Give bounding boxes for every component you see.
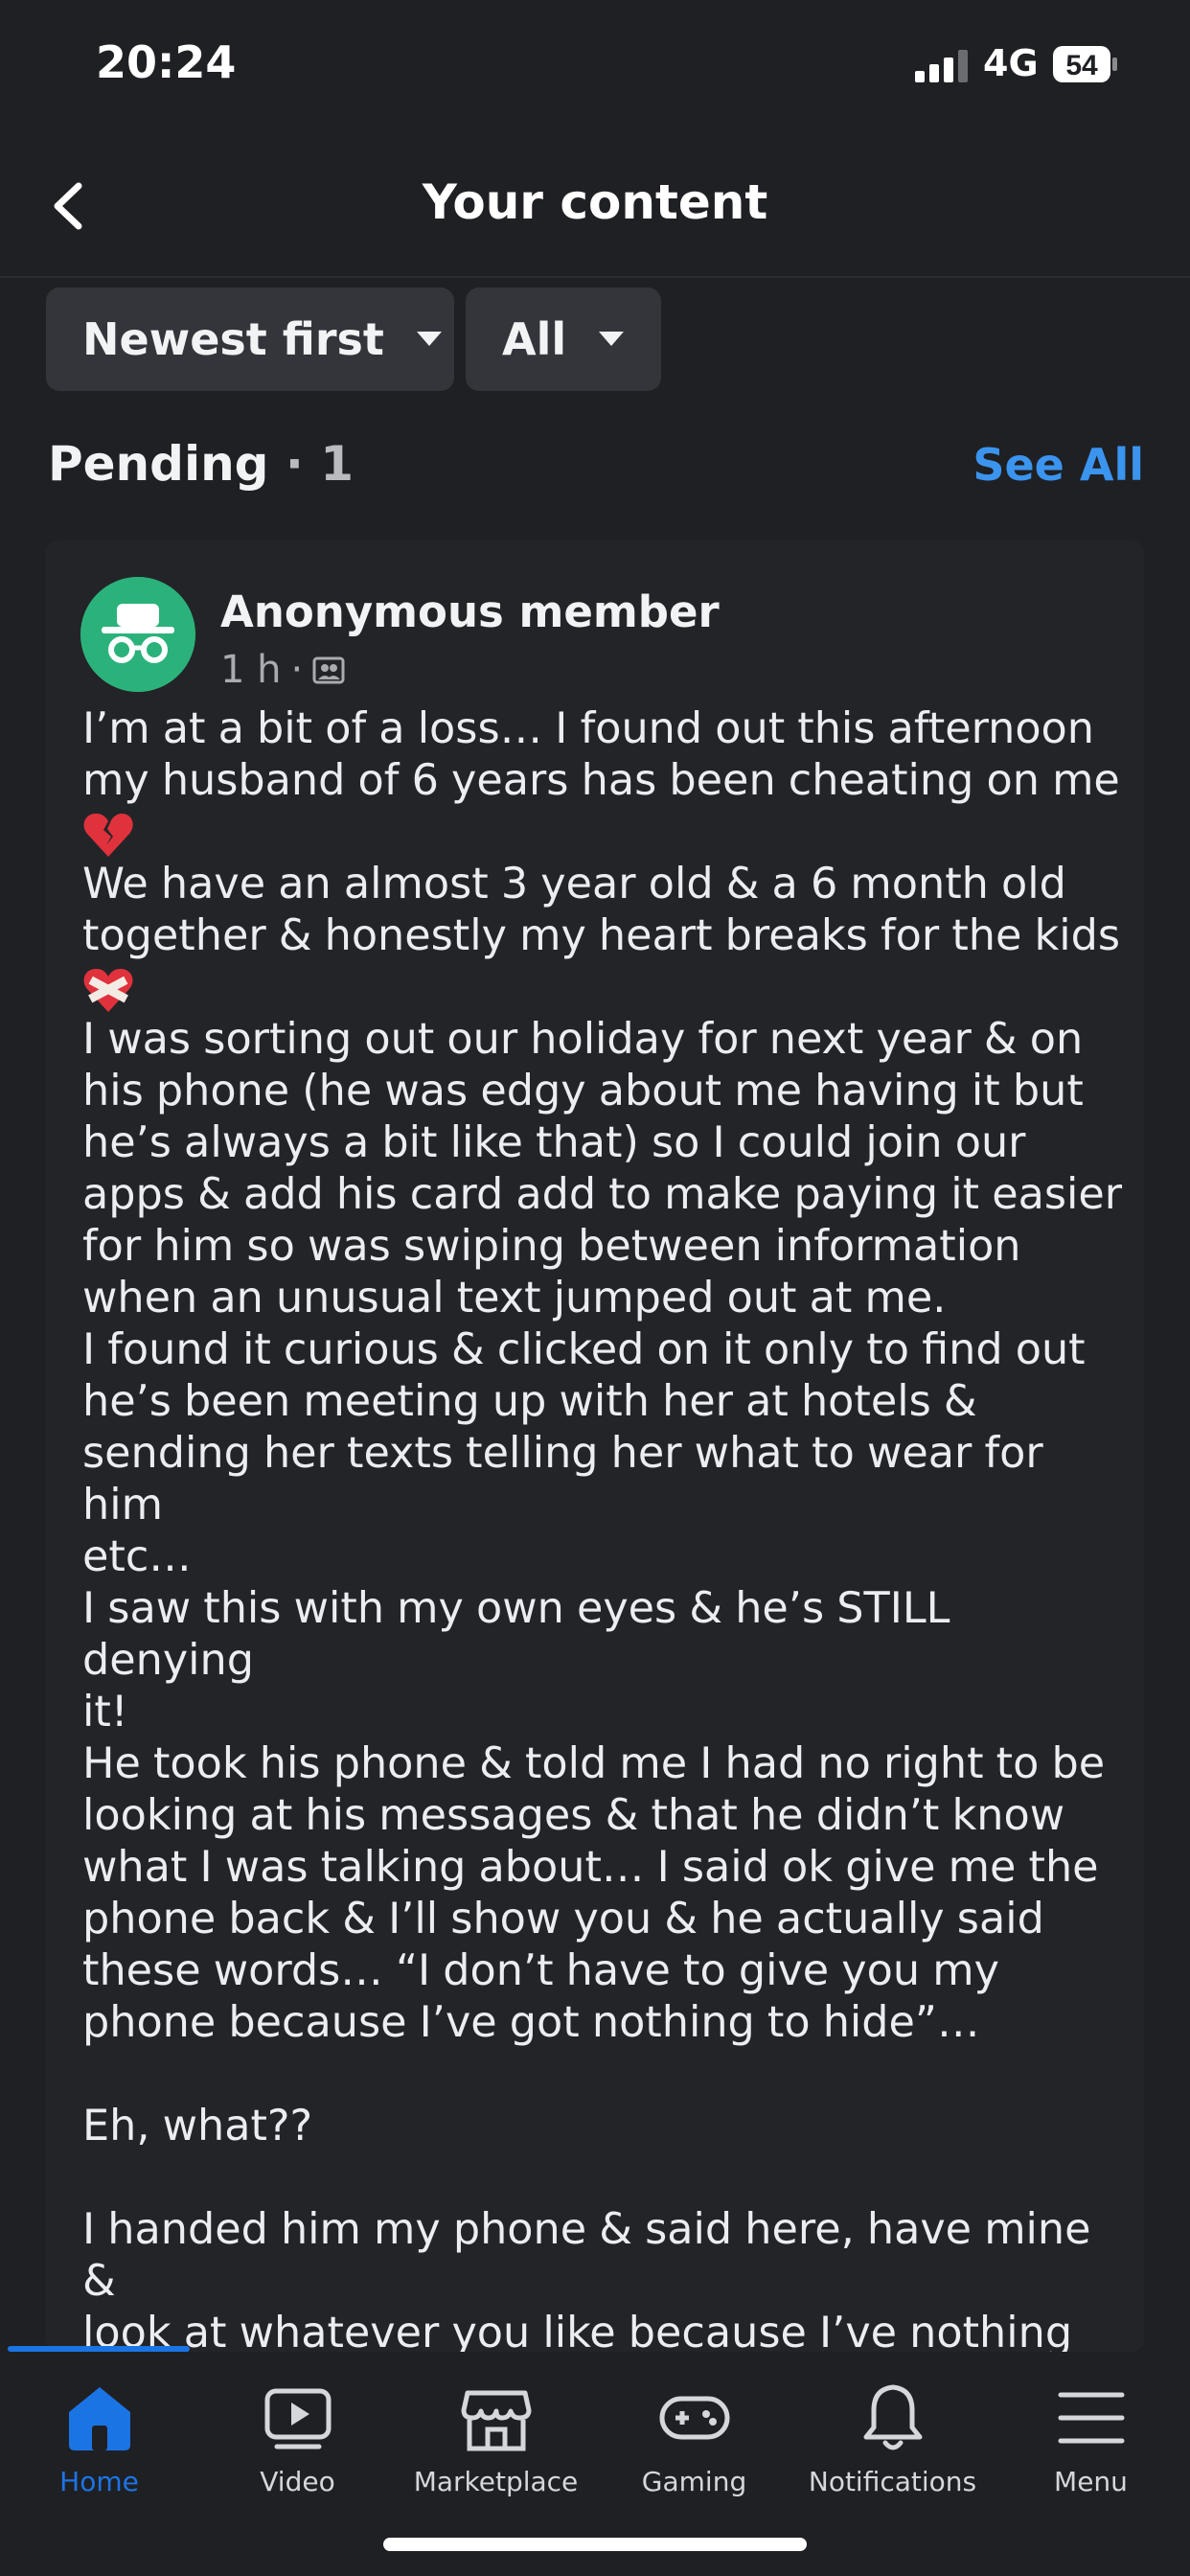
- tab-notifications-label: Notifications: [808, 2466, 977, 2497]
- network-type: 4G: [983, 42, 1039, 84]
- video-icon: [264, 2388, 332, 2450]
- sort-dropdown-label: Newest first: [82, 313, 384, 365]
- battery-icon: 54: [1053, 46, 1117, 82]
- tab-menu[interactable]: Menu: [992, 2353, 1190, 2497]
- status-time: 20:24: [96, 36, 237, 88]
- home-icon: [69, 2387, 130, 2450]
- bell-icon: [863, 2384, 923, 2450]
- battery-level: 54: [1065, 50, 1098, 81]
- anonymous-incognito-icon: [80, 577, 195, 692]
- post-body-text: I’m at a bit of a loss… I found out this…: [82, 703, 1127, 2352]
- tab-video[interactable]: Video: [198, 2353, 397, 2497]
- tab-marketplace-label: Marketplace: [413, 2466, 579, 2497]
- tab-home-label: Home: [59, 2466, 139, 2497]
- sort-dropdown[interactable]: Newest first: [46, 288, 454, 391]
- caret-down-icon: [416, 332, 442, 346]
- page-header: Your content: [0, 134, 1190, 278]
- tab-gaming-label: Gaming: [641, 2466, 747, 2497]
- marketplace-icon: [461, 2390, 532, 2451]
- post-author[interactable]: Anonymous member: [220, 586, 720, 637]
- mending-heart-emoji: [83, 968, 133, 1012]
- post-meta: 1 h ·: [220, 648, 345, 692]
- pending-post-card[interactable]: Anonymous member 1 h · I’m at a bit of a…: [46, 540, 1144, 2352]
- group-members-icon: [312, 656, 345, 684]
- see-all-link[interactable]: See All: [973, 439, 1144, 491]
- tab-home[interactable]: Home: [0, 2353, 198, 2497]
- filter-dropdown[interactable]: All: [466, 288, 661, 391]
- tab-video-label: Video: [260, 2466, 335, 2497]
- post-text-part-2: We have an almost 3 year old & a 6 month…: [82, 860, 1121, 960]
- tab-marketplace[interactable]: Marketplace: [397, 2353, 595, 2497]
- pending-label: Pending: [48, 436, 269, 492]
- filter-dropdown-label: All: [502, 313, 567, 365]
- broken-heart-emoji: [83, 813, 133, 857]
- pending-count: · 1: [268, 436, 355, 492]
- menu-icon: [1058, 2392, 1125, 2444]
- page-title: Your content: [422, 174, 768, 230]
- home-indicator: [383, 2538, 807, 2551]
- tab-gaming[interactable]: Gaming: [595, 2353, 793, 2497]
- post-text-part-3: I was sorting out our holiday for next y…: [82, 1015, 1123, 2352]
- gaming-icon: [659, 2396, 730, 2440]
- post-time: 1 h: [220, 648, 282, 692]
- signal-icon: [915, 50, 968, 82]
- pending-section-title: Pending · 1: [48, 436, 354, 492]
- status-bar: 20:24 4G 54: [0, 0, 1190, 134]
- tab-notifications[interactable]: Notifications: [793, 2353, 992, 2497]
- tab-menu-label: Menu: [1054, 2466, 1128, 2497]
- caret-down-icon: [599, 332, 625, 346]
- active-tab-indicator: [8, 2346, 190, 2352]
- post-text-part-1: I’m at a bit of a loss… I found out this…: [82, 704, 1120, 805]
